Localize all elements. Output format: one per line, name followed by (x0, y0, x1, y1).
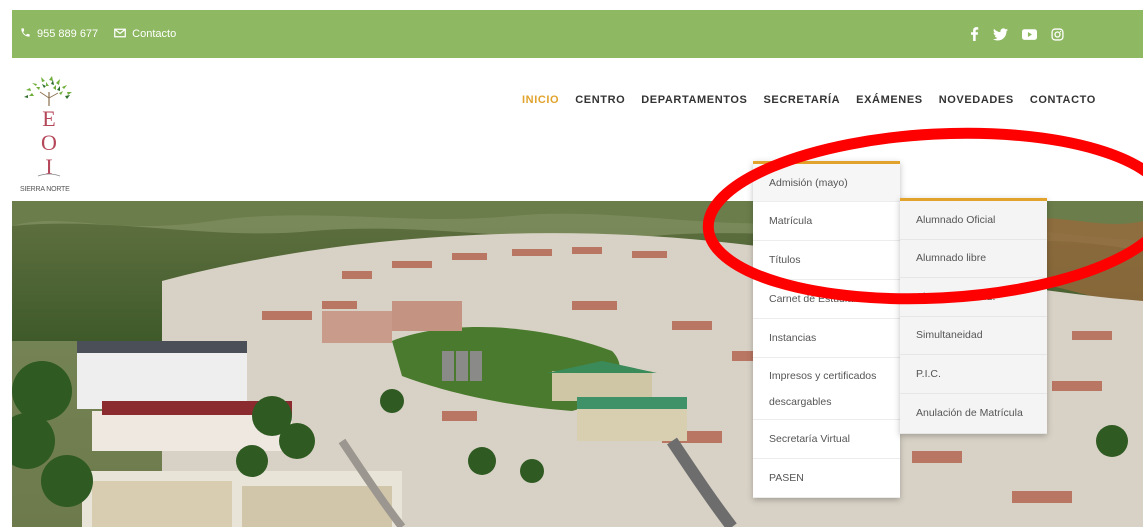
nav-item-inicio[interactable]: INICIO (522, 94, 559, 106)
nav-item-departamentos[interactable]: DEPARTAMENTOS (641, 94, 747, 106)
submenu-item-anulacion[interactable]: Anulación de Matrícula (900, 394, 1047, 434)
twitter-icon[interactable] (993, 27, 1008, 41)
nav-item-secretaria[interactable]: SECRETARÍA (763, 94, 840, 106)
page-frame-left (0, 10, 12, 527)
submenu-item-simultaneidad[interactable]: Simultaneidad (900, 317, 1047, 355)
matricula-submenu: Alumnado Oficial Alumnado libre Alumnado… (900, 198, 1047, 434)
dropdown-item-titulos[interactable]: Títulos (753, 241, 900, 280)
phone-link[interactable]: 955 889 677 (20, 27, 98, 41)
nav-item-examenes[interactable]: EXÁMENES (856, 94, 923, 106)
dropdown-item-admision[interactable]: Admisión (mayo) (753, 164, 900, 202)
site-header: E O I SIERRA NORTE INICIO CENTRO DEPARTA… (12, 58, 1143, 201)
nav-item-centro[interactable]: CENTRO (575, 94, 625, 106)
main-nav: INICIO CENTRO DEPARTAMENTOS SECRETARÍA E… (522, 94, 1096, 106)
logo-letter-e: E (42, 106, 55, 131)
dropdown-item-instancias[interactable]: Instancias (753, 319, 900, 358)
dropdown-item-matricula[interactable]: Matrícula (753, 202, 900, 241)
nav-item-novedades[interactable]: NOVEDADES (939, 94, 1014, 106)
submenu-item-pic[interactable]: P.I.C. (900, 355, 1047, 394)
dropdown-item-carnet[interactable]: Carnet de Estudiante (753, 280, 900, 319)
phone-number: 955 889 677 (37, 28, 99, 40)
submenu-item-alumnado-cal[interactable]: Alumnado C.A.L. (900, 278, 1047, 317)
site-logo[interactable]: E O I SIERRA NORTE (18, 76, 80, 193)
submenu-item-alumnado-oficial[interactable]: Alumnado Oficial (900, 201, 1047, 240)
logo-letter-i: I (45, 154, 52, 179)
logo-letter-o: O (41, 130, 57, 155)
page-frame-top (0, 0, 1143, 10)
tree-logo-icon: E O I (24, 76, 72, 179)
dropdown-item-impresos[interactable]: Impresos y certificados descargables (753, 358, 900, 420)
top-bar: 955 889 677 Contacto (12, 10, 1143, 58)
dropdown-item-secretaria-virtual[interactable]: Secretaría Virtual (753, 420, 900, 459)
mail-icon (114, 28, 127, 41)
youtube-icon[interactable] (1022, 28, 1037, 40)
social-links (970, 10, 1064, 58)
dropdown-item-pasen[interactable]: PASEN (753, 459, 900, 498)
contact-label: Contacto (132, 28, 177, 40)
secretaria-dropdown: Admisión (mayo) Matrícula Títulos Carnet… (753, 161, 900, 498)
contact-info: 955 889 677 Contacto (20, 10, 176, 58)
submenu-item-alumnado-libre[interactable]: Alumnado libre (900, 240, 1047, 278)
contact-link[interactable]: Contacto (114, 28, 176, 41)
nav-item-contacto[interactable]: CONTACTO (1030, 94, 1096, 106)
logo-text: SIERRA NORTE (20, 186, 70, 193)
instagram-icon[interactable] (1051, 27, 1064, 41)
facebook-icon[interactable] (970, 27, 979, 41)
phone-icon (20, 27, 31, 41)
